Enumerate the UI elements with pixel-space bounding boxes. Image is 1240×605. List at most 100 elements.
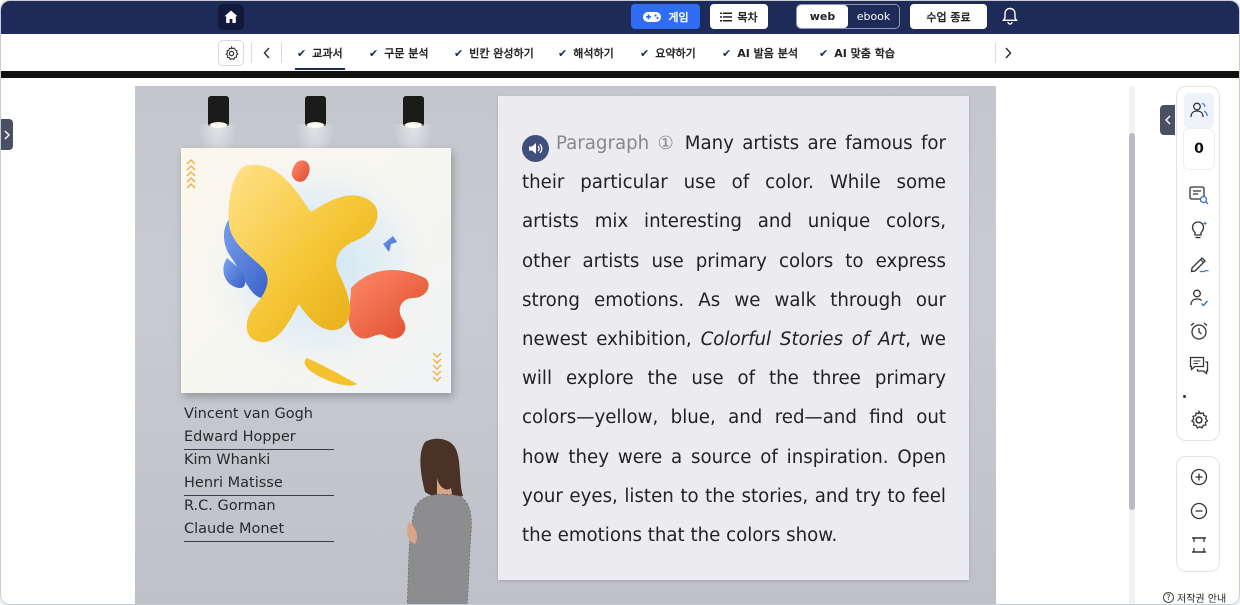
left-panel-toggle[interactable] bbox=[1, 119, 13, 150]
tab-summary[interactable]: ✔ 요약하기 bbox=[640, 40, 696, 66]
check-icon: ✔ bbox=[297, 46, 307, 60]
user-check-icon bbox=[1190, 289, 1209, 307]
participant-count: 0 bbox=[1184, 129, 1214, 169]
list-item: Vincent van Gogh bbox=[184, 406, 313, 422]
toc-button-label: 목차 bbox=[737, 10, 758, 24]
question-icon: ? bbox=[1163, 592, 1174, 603]
tab-settings-button[interactable] bbox=[218, 40, 244, 66]
pen-tool-button[interactable] bbox=[1187, 252, 1211, 276]
pen-icon bbox=[1190, 257, 1209, 273]
chevron-right-icon bbox=[1005, 47, 1012, 59]
zoom-in-button[interactable] bbox=[1187, 465, 1211, 489]
paragraph-text: Paragraph ① Many artists are famous for … bbox=[522, 124, 946, 555]
tab-label: 교과서 bbox=[312, 47, 343, 60]
search-text-icon bbox=[1189, 186, 1209, 205]
attendance-check-button[interactable] bbox=[1187, 286, 1211, 310]
tabs-bottom-rule bbox=[1, 71, 1239, 78]
paragraph-body-end: , we will explore the use of the three p… bbox=[522, 329, 946, 547]
list-item: Kim Whanki bbox=[184, 452, 271, 468]
list-icon bbox=[720, 12, 733, 21]
check-icon: ✔ bbox=[819, 46, 829, 60]
divider bbox=[281, 43, 282, 63]
settings-icon bbox=[1190, 410, 1209, 429]
chat-button[interactable] bbox=[1187, 353, 1211, 377]
check-icon: ✔ bbox=[722, 46, 732, 60]
list-item: Claude Monet bbox=[184, 519, 334, 542]
tab-label: 빈칸 완성하기 bbox=[469, 47, 534, 60]
toolbar-settings-button[interactable] bbox=[1187, 408, 1211, 432]
divider bbox=[995, 43, 996, 63]
exhibition-title: Colorful Stories of Art bbox=[700, 329, 906, 351]
hint-button[interactable] bbox=[1187, 218, 1211, 242]
gear-icon bbox=[224, 45, 239, 60]
zoom-in-icon bbox=[1190, 468, 1208, 486]
zoom-out-button[interactable] bbox=[1187, 499, 1211, 523]
view-mode-toggle: web ebook bbox=[796, 4, 900, 29]
view-mode-ebook[interactable]: ebook bbox=[848, 5, 899, 28]
fit-width-button[interactable] bbox=[1187, 533, 1211, 557]
fit-width-icon bbox=[1192, 537, 1206, 553]
paragraph-label: Paragraph bbox=[556, 133, 650, 154]
copyright-info-link[interactable]: ? 저작권 안내 bbox=[1163, 590, 1227, 605]
tab-label: AI 발음 분석 bbox=[737, 47, 798, 60]
speaker-icon[interactable] bbox=[522, 135, 549, 162]
tab-ai-custom-learning[interactable]: ✔ AI 맞춤 학습 bbox=[819, 40, 895, 66]
right-panel-toggle[interactable] bbox=[1160, 105, 1175, 135]
chat-icon bbox=[1189, 356, 1209, 375]
activity-tabs-bar: ✔ 교과서 ✔ 구문 분석 ✔ 빈칸 완성하기 ✔ 해석하기 ✔ 요약하기 ✔ … bbox=[1, 34, 1239, 78]
chevron-left-icon bbox=[263, 47, 270, 59]
list-item: Henri Matisse bbox=[184, 473, 334, 496]
tab-label: AI 맞춤 학습 bbox=[834, 47, 895, 60]
tab-label: 요약하기 bbox=[655, 47, 696, 60]
zoom-out-icon bbox=[1190, 502, 1208, 520]
users-icon bbox=[1190, 102, 1208, 118]
list-item: R.C. Gorman bbox=[184, 498, 276, 514]
text-search-button[interactable] bbox=[1187, 183, 1211, 207]
alarm-icon bbox=[1190, 322, 1208, 340]
paragraph-number: ① bbox=[657, 133, 677, 154]
chevron-right-icon bbox=[4, 130, 10, 139]
game-button[interactable]: 게임 bbox=[631, 4, 700, 29]
view-mode-web[interactable]: web bbox=[797, 5, 848, 28]
tabs-next-button[interactable] bbox=[1000, 43, 1016, 63]
tab-textbook[interactable]: ✔ 교과서 bbox=[295, 40, 345, 70]
top-navigation-bar: 게임 목차 web ebook 수업 종료 bbox=[1, 1, 1239, 34]
textbook-page: Vincent van Gogh Edward Hopper Kim Whank… bbox=[135, 86, 996, 604]
game-button-label: 게임 bbox=[668, 10, 689, 24]
zoom-toolbar bbox=[1176, 456, 1220, 572]
bell-icon[interactable] bbox=[1000, 6, 1020, 26]
page-scrollbar-thumb[interactable] bbox=[1129, 133, 1135, 510]
check-icon: ✔ bbox=[454, 46, 464, 60]
timer-button[interactable] bbox=[1187, 319, 1211, 343]
tab-syntax-analysis[interactable]: ✔ 구문 분석 bbox=[369, 40, 429, 66]
participants-button[interactable] bbox=[1184, 93, 1214, 129]
abstract-painting-image bbox=[181, 148, 451, 393]
check-icon: ✔ bbox=[640, 46, 650, 60]
divider bbox=[251, 43, 252, 63]
end-class-button[interactable]: 수업 종료 bbox=[910, 4, 987, 29]
home-icon bbox=[224, 10, 238, 23]
tab-interpretation[interactable]: ✔ 해석하기 bbox=[558, 40, 614, 66]
tabs-previous-button[interactable] bbox=[259, 43, 275, 63]
list-item: Edward Hopper bbox=[184, 427, 334, 450]
right-toolbar: 0 bbox=[1176, 86, 1220, 441]
tab-ai-pronunciation[interactable]: ✔ AI 발음 분석 bbox=[722, 40, 798, 66]
tab-label: 해석하기 bbox=[573, 47, 614, 60]
paragraph-card: Paragraph ① Many artists are famous for … bbox=[498, 96, 969, 580]
main-content: Vincent van Gogh Edward Hopper Kim Whank… bbox=[1, 78, 1239, 605]
gamepad-icon bbox=[643, 11, 662, 22]
chevron-left-icon bbox=[1164, 115, 1170, 125]
check-icon: ✔ bbox=[369, 46, 379, 60]
check-icon: ✔ bbox=[558, 46, 568, 60]
tab-fill-in-blanks[interactable]: ✔ 빈칸 완성하기 bbox=[454, 40, 534, 66]
app-window: 게임 목차 web ebook 수업 종료 ✔ 교과서 ✔ 구문 분석 ✔ 빈칸… bbox=[0, 0, 1240, 605]
tab-label: 구문 분석 bbox=[384, 47, 429, 60]
table-of-contents-button[interactable]: 목차 bbox=[710, 4, 768, 29]
divider-dot bbox=[1183, 395, 1186, 398]
woman-viewing-art-image bbox=[406, 438, 472, 604]
home-button[interactable] bbox=[218, 4, 244, 30]
idea-icon bbox=[1191, 221, 1208, 239]
paragraph-body-start: Many artists are famous for their partic… bbox=[522, 133, 946, 351]
copyright-label: 저작권 안내 bbox=[1177, 594, 1227, 605]
artist-list: Vincent van Gogh Edward Hopper Kim Whank… bbox=[184, 404, 334, 542]
